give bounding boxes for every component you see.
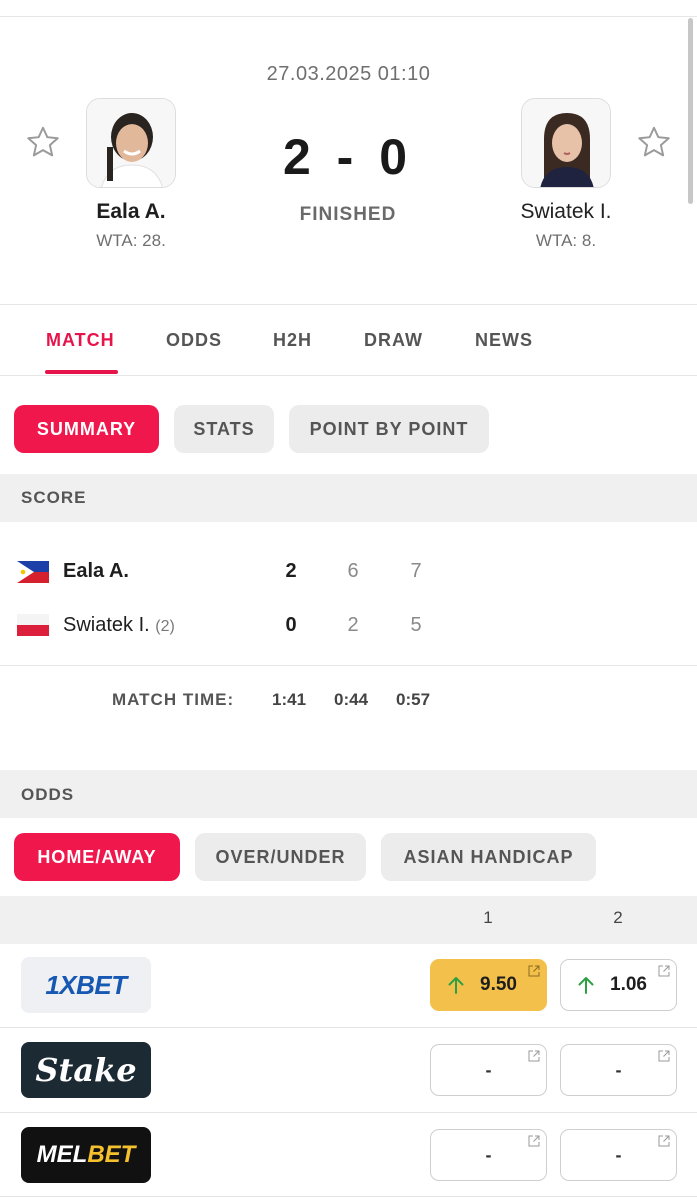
- set-score: 2: [347, 614, 359, 636]
- home-player-rank: WTA: 28.: [96, 231, 166, 250]
- match-time-set: 0:57: [396, 690, 431, 709]
- match-time-label: MATCH TIME:: [112, 690, 235, 709]
- odds-tab-over-under[interactable]: OVER/UNDER: [195, 833, 366, 881]
- divider: [0, 665, 697, 666]
- odds-value: -: [615, 1059, 622, 1080]
- odds-value: -: [485, 1144, 492, 1165]
- tab-news[interactable]: NEWS: [475, 330, 533, 351]
- odds-table-header: [0, 896, 697, 944]
- odds-column-2: 2: [613, 908, 623, 927]
- external-link-icon: [528, 1050, 540, 1062]
- odds-button-home[interactable]: -: [430, 1044, 547, 1096]
- match-datetime: 27.03.2025 01:10: [266, 63, 431, 85]
- odds-value: 9.50: [480, 974, 517, 995]
- odds-tab-home-away[interactable]: HOME/AWAY: [14, 833, 180, 881]
- set-score: 5: [410, 614, 422, 636]
- external-link-icon: [658, 1135, 670, 1147]
- set-score: 7: [410, 560, 422, 582]
- odds-button-home[interactable]: -: [430, 1129, 547, 1181]
- sets-won: 0: [285, 614, 297, 636]
- match-status: FINISHED: [299, 204, 397, 225]
- sets-won: 2: [285, 560, 297, 582]
- odds-button-away[interactable]: -: [560, 1129, 677, 1181]
- odds-section-header: [0, 770, 697, 818]
- bookmaker-melbet-logo[interactable]: MEL BET: [21, 1127, 151, 1183]
- odds-value: -: [615, 1144, 622, 1165]
- row-divider: [0, 1196, 697, 1197]
- odds-button-away[interactable]: -: [560, 1044, 677, 1096]
- row-divider: [0, 1027, 697, 1028]
- scrollbar[interactable]: [688, 18, 693, 204]
- odds-value: 1.06: [610, 974, 647, 995]
- odds-value: -: [485, 1059, 492, 1080]
- match-time-total: 1:41: [272, 690, 307, 709]
- player-name-text: Swiatek I.: [63, 614, 150, 636]
- favorite-star-icon[interactable]: [636, 124, 672, 160]
- away-player-avatar[interactable]: [521, 98, 611, 188]
- external-link-icon: [658, 965, 670, 977]
- subtab-point-by-point[interactable]: POINT BY POINT: [289, 405, 489, 453]
- away-player-name[interactable]: Swiatek I.: [466, 200, 666, 224]
- home-player-name[interactable]: Eala A.: [31, 200, 231, 224]
- subtab-summary[interactable]: SUMMARY: [14, 405, 159, 453]
- bookmaker-1xbet-logo[interactable]: 1XBET: [21, 957, 151, 1013]
- active-tab-indicator: [45, 370, 118, 374]
- odds-section-label: ODDS: [21, 785, 75, 804]
- home-player-avatar[interactable]: [86, 98, 176, 188]
- score-row-player-name[interactable]: Eala A.: [63, 560, 129, 583]
- melbet-logo-text-accent: BET: [87, 1141, 136, 1168]
- top-divider: [0, 16, 697, 17]
- arrow-up-icon: [578, 977, 594, 994]
- match-time-set: 0:44: [334, 690, 369, 709]
- score-section-label: SCORE: [21, 488, 87, 507]
- arrow-up-icon: [448, 977, 464, 994]
- external-link-icon: [528, 965, 540, 977]
- tab-h2h[interactable]: H2H: [273, 330, 312, 351]
- bookmaker-stake-logo[interactable]: Stake: [21, 1042, 151, 1098]
- external-link-icon: [528, 1135, 540, 1147]
- divider: [0, 375, 697, 376]
- row-divider: [0, 1112, 697, 1113]
- divider: [0, 304, 697, 305]
- favorite-star-icon[interactable]: [25, 124, 61, 160]
- tab-odds[interactable]: ODDS: [166, 330, 222, 351]
- tab-draw[interactable]: DRAW: [364, 330, 423, 351]
- away-player-rank: WTA: 8.: [535, 231, 597, 250]
- melbet-logo-text: MEL: [36, 1141, 88, 1168]
- odds-button-home[interactable]: 9.50: [430, 959, 547, 1011]
- tab-match[interactable]: MATCH: [46, 330, 115, 351]
- poland-flag-icon: [17, 614, 49, 636]
- odds-button-away[interactable]: 1.06: [560, 959, 677, 1011]
- match-score: 2 - 0: [282, 129, 414, 185]
- set-score: 6: [347, 560, 359, 582]
- score-row-player-name[interactable]: Swiatek I. (2): [63, 614, 175, 637]
- philippines-flag-icon: [17, 561, 49, 583]
- score-section-header: [0, 474, 697, 522]
- odds-column-1: 1: [483, 908, 493, 927]
- odds-tab-asian-handicap[interactable]: ASIAN HANDICAP: [381, 833, 596, 881]
- subtab-stats[interactable]: STATS: [174, 405, 274, 453]
- external-link-icon: [658, 1050, 670, 1062]
- player-seed: (2): [155, 618, 175, 635]
